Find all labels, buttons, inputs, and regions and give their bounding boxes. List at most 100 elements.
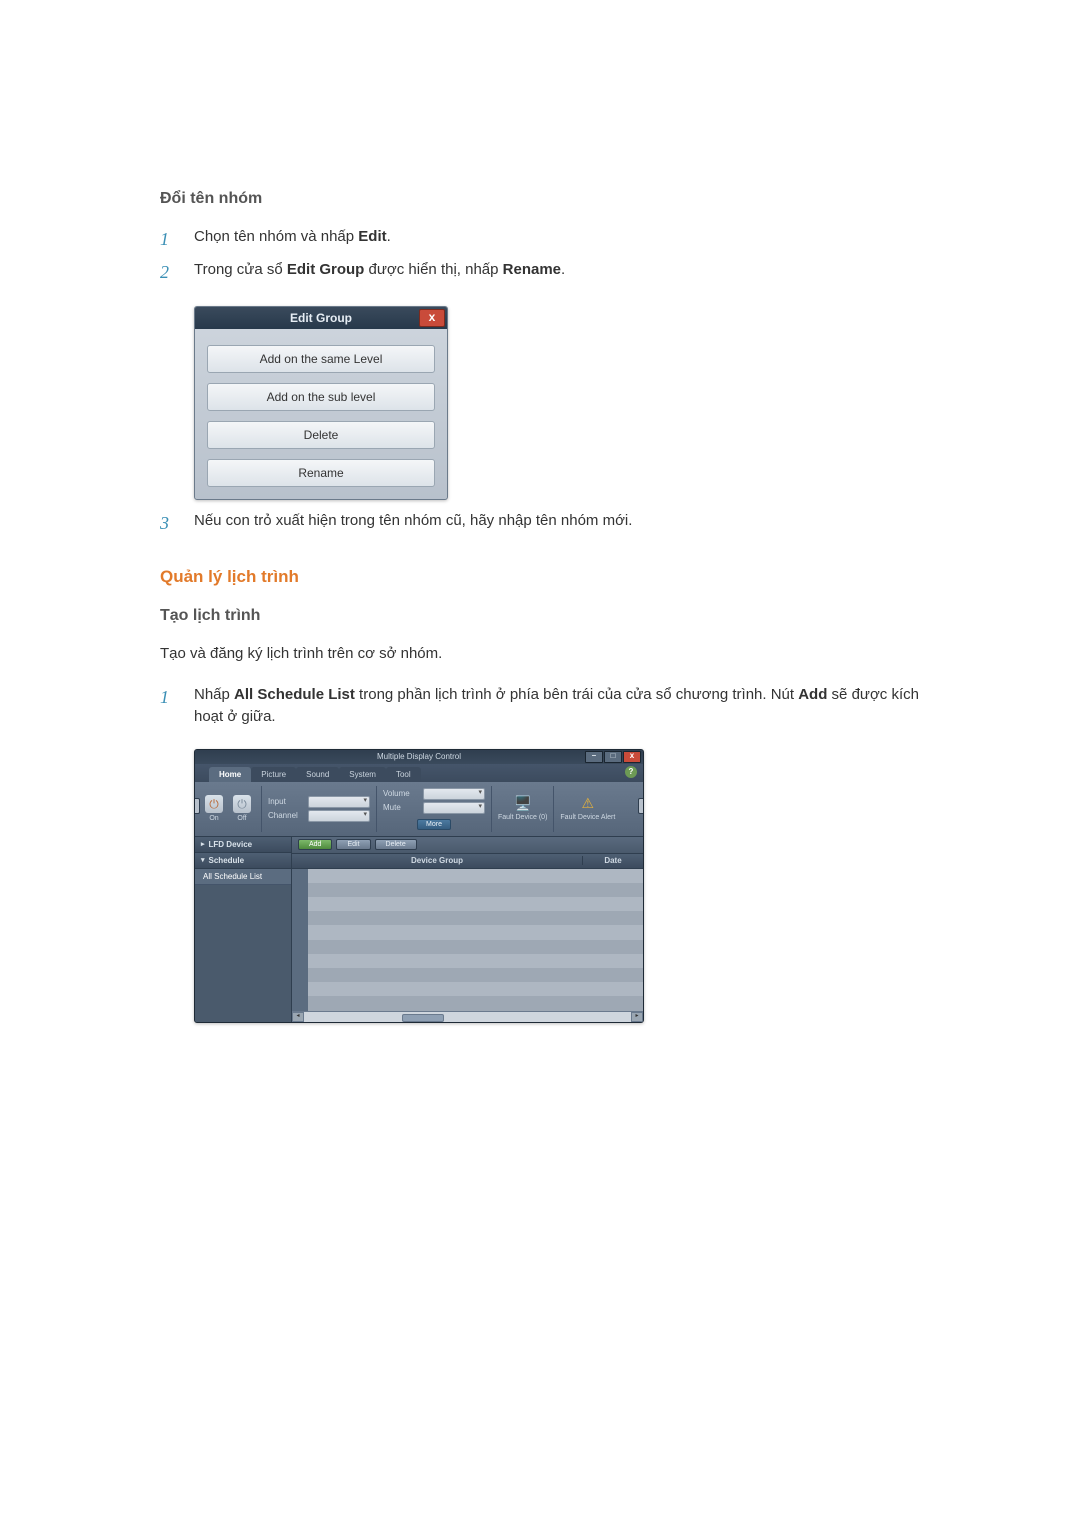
step-2: 2 Trong cửa sổ Edit Group được hiển thị,…	[160, 259, 920, 286]
scroll-track[interactable]	[304, 1013, 631, 1021]
fault-device-group[interactable]: 🖥️ Fault Device (0)	[492, 786, 554, 832]
more-button[interactable]: More	[417, 819, 451, 830]
step-2-text: Trong cửa sổ Edit Group được hiển thị, n…	[194, 259, 920, 282]
mdc-content: ▸ LFD Device ▾ Schedule All Schedule Lis…	[195, 837, 643, 1022]
col-date[interactable]: Date	[582, 856, 643, 865]
minimize-icon[interactable]: –	[585, 751, 603, 763]
delete-button[interactable]: Delete	[375, 839, 417, 850]
edit-group-body: Add on the same Level Add on the sub lev…	[195, 329, 447, 499]
cs1-pre: Nhấp	[194, 686, 234, 703]
table-row	[308, 897, 643, 911]
edit-group-title: Edit Group	[290, 311, 352, 325]
table-row	[308, 883, 643, 897]
tab-tool[interactable]: Tool	[386, 767, 421, 782]
ribbon-tabs: Home Picture Sound System Tool ?	[195, 764, 643, 782]
step-2-bold1: Edit Group	[287, 261, 365, 278]
alert-icon: ⚠	[582, 795, 595, 812]
chevron-down-icon: ▾	[201, 856, 205, 864]
horizontal-scrollbar[interactable]: ◂ ▸	[292, 1011, 643, 1022]
help-icon[interactable]: ?	[625, 766, 637, 778]
power-on-button[interactable]: ⏻ On	[203, 795, 225, 822]
step-number: 2	[160, 259, 194, 286]
tab-system[interactable]: System	[339, 767, 386, 782]
chevron-right-icon: ▸	[201, 840, 205, 848]
rename-group-heading: Đổi tên nhóm	[160, 190, 920, 208]
cs1-bold1: All Schedule List	[234, 686, 355, 703]
sidebar-schedule[interactable]: ▾ Schedule	[195, 853, 291, 869]
step-2-pre: Trong cửa sổ	[194, 261, 287, 278]
tab-sound[interactable]: Sound	[296, 767, 339, 782]
table-row	[308, 996, 643, 1010]
create-steps: 1 Nhấp All Schedule List trong phần lịch…	[160, 684, 920, 729]
ribbon-scroll-left[interactable]	[194, 798, 200, 814]
rename-steps-cont: 3 Nếu con trỏ xuất hiện trong tên nhóm c…	[160, 510, 920, 537]
step-number: 3	[160, 510, 194, 537]
mute-label: Mute	[383, 803, 419, 812]
power-off-button[interactable]: ⏻ Off	[231, 795, 253, 822]
sidebar-lfd-device[interactable]: ▸ LFD Device	[195, 837, 291, 853]
step-3: 3 Nếu con trỏ xuất hiện trong tên nhóm c…	[160, 510, 920, 537]
mdc-sidebar: ▸ LFD Device ▾ Schedule All Schedule Lis…	[195, 837, 292, 1022]
power-on-label: On	[203, 815, 225, 822]
grid-rows	[308, 869, 643, 1011]
cs1-bold2: Add	[798, 686, 827, 703]
step-number: 1	[160, 684, 194, 711]
mdc-titlebar[interactable]: Multiple Display Control – □ x	[195, 750, 643, 764]
mdc-title: Multiple Display Control	[377, 752, 461, 761]
grid-body	[292, 869, 643, 1011]
tab-picture[interactable]: Picture	[251, 767, 296, 782]
mute-select[interactable]	[423, 802, 485, 814]
step-3-text: Nếu con trỏ xuất hiện trong tên nhóm cũ,…	[194, 510, 920, 533]
step-2-bold2: Rename	[503, 261, 561, 278]
create-step-1: 1 Nhấp All Schedule List trong phần lịch…	[160, 684, 920, 729]
mdc-main: Add Edit Delete Device Group Date	[292, 837, 643, 1022]
table-row	[308, 968, 643, 982]
delete-button[interactable]: Delete	[207, 421, 435, 449]
edit-button[interactable]: Edit	[336, 839, 370, 850]
sidebar-schedule-label: Schedule	[209, 856, 245, 865]
sidebar-all-schedule-list[interactable]: All Schedule List	[195, 869, 291, 885]
maximize-icon[interactable]: □	[604, 751, 622, 763]
step-1-bold: Edit	[358, 228, 386, 245]
step-1-post: .	[387, 228, 391, 245]
rename-steps: 1 Chọn tên nhóm và nhấp Edit. 2 Trong cử…	[160, 226, 920, 286]
volume-select[interactable]	[423, 788, 485, 800]
channel-select[interactable]	[308, 810, 370, 822]
step-1: 1 Chọn tên nhóm và nhấp Edit.	[160, 226, 920, 253]
step-1-text: Chọn tên nhóm và nhấp Edit.	[194, 226, 920, 249]
grid-header: Device Group Date	[292, 854, 643, 869]
scroll-right-button[interactable]: ▸	[631, 1012, 643, 1022]
create-schedule-heading: Tạo lịch trình	[160, 607, 920, 625]
alert-label: Fault Device Alert	[560, 814, 615, 822]
input-label: Input	[268, 797, 304, 806]
table-row	[308, 954, 643, 968]
mdc-toolbar: Add Edit Delete	[292, 837, 643, 854]
rename-button[interactable]: Rename	[207, 459, 435, 487]
add-button[interactable]: Add	[298, 839, 332, 850]
power-off-icon: ⏻	[233, 795, 251, 813]
fault-alert-group[interactable]: ⚠ Fault Device Alert	[554, 786, 621, 832]
edit-group-titlebar[interactable]: Edit Group x	[195, 307, 447, 329]
add-same-level-button[interactable]: Add on the same Level	[207, 345, 435, 373]
close-icon[interactable]: x	[419, 309, 445, 327]
add-sub-level-button[interactable]: Add on the sub level	[207, 383, 435, 411]
ribbon-scroll-right[interactable]	[638, 798, 644, 814]
close-icon[interactable]: x	[623, 751, 641, 763]
channel-label: Channel	[268, 811, 304, 820]
scroll-thumb[interactable]	[402, 1014, 444, 1022]
fault-device-label: Fault Device (0)	[498, 814, 547, 822]
scroll-left-button[interactable]: ◂	[292, 1012, 304, 1022]
ribbon: ⏻ On ⏻ Off Input Channel	[195, 782, 643, 837]
input-select[interactable]	[308, 796, 370, 808]
edit-group-dialog: Edit Group x Add on the same Level Add o…	[194, 306, 448, 500]
table-row	[308, 911, 643, 925]
step-2-mid: được hiển thị, nhấp	[364, 261, 502, 278]
col-device-group[interactable]: Device Group	[292, 856, 582, 865]
sidebar-lfd-label: LFD Device	[209, 840, 253, 849]
step-2-post: .	[561, 261, 565, 278]
table-row	[308, 940, 643, 954]
tab-home[interactable]: Home	[209, 767, 251, 782]
volume-group: Volume Mute More	[377, 786, 492, 832]
power-group: ⏻ On ⏻ Off	[195, 786, 262, 832]
fault-device-icon: 🖥️	[514, 795, 531, 812]
